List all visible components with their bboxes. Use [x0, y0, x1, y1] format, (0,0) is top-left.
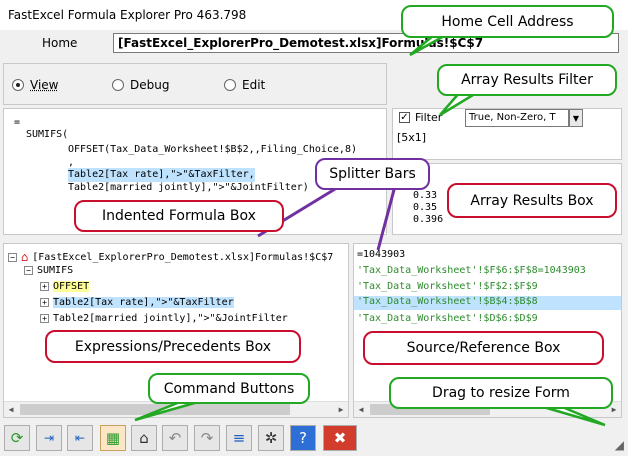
- home-icon: ⌂: [21, 250, 29, 264]
- callout-splitter: Splitter Bars: [315, 158, 430, 190]
- list-icon[interactable]: ≡: [226, 425, 252, 451]
- scroll-left-icon[interactable]: ◀: [354, 402, 368, 417]
- formula-line: OFFSET(Tax_Data_Worksheet!$B$2,,Filing_C…: [68, 144, 357, 155]
- collapse-icon[interactable]: −: [8, 252, 17, 262]
- callout-array-box: Array Results Box: [447, 183, 617, 218]
- undo-icon[interactable]: ↶: [162, 425, 188, 451]
- radio-view[interactable]: View: [12, 78, 58, 92]
- tree-item[interactable]: + OFFSET: [40, 281, 90, 292]
- step-in-icon[interactable]: ⇥: [36, 425, 62, 451]
- radio-edit[interactable]: Edit: [224, 78, 265, 92]
- array-value: 0.33: [413, 190, 438, 201]
- tree-item[interactable]: + Table2[married jointly],">"&JointFilte…: [40, 313, 288, 324]
- callout-source: Source/Reference Box: [363, 331, 604, 365]
- filter-label: Filter: [415, 111, 443, 124]
- scroll-left-icon[interactable]: ◀: [4, 402, 18, 417]
- redo-icon[interactable]: ↷: [194, 425, 220, 451]
- home-icon[interactable]: ⌂: [131, 425, 157, 451]
- refresh-icon[interactable]: ⟳: [4, 425, 30, 451]
- expand-icon[interactable]: +: [40, 314, 49, 323]
- tree-item-selected[interactable]: + Table2[Tax rate],">"&TaxFilter: [40, 297, 234, 308]
- grid-icon[interactable]: ▦: [100, 425, 126, 451]
- resize-grip-icon[interactable]: ◢: [615, 438, 624, 452]
- callout-indented-formula: Indented Formula Box: [74, 200, 284, 232]
- source-line: =1043903: [357, 249, 406, 260]
- callout-home-cell: Home Cell Address: [401, 5, 614, 38]
- tree-item-label: OFFSET: [53, 281, 90, 292]
- source-line-selected: 'Tax_Data_Worksheet'!$B$4:$B$8: [354, 296, 621, 310]
- collapse-icon[interactable]: −: [24, 266, 33, 275]
- window-title: FastExcel Formula Explorer Pro 463.798: [8, 8, 247, 22]
- callout-resize: Drag to resize Form: [389, 377, 613, 409]
- callout-command-buttons: Command Buttons: [148, 373, 310, 404]
- tree-root[interactable]: − ⌂ [FastExcel_ExplorerPro_Demotest.xlsx…: [8, 250, 333, 264]
- expand-icon[interactable]: +: [40, 282, 49, 291]
- close-icon[interactable]: ✖: [323, 425, 357, 451]
- source-line: 'Tax_Data_Worksheet'!$F$6:$F$8=1043903: [357, 265, 586, 276]
- home-label: Home: [42, 36, 78, 50]
- tree-item-label: Table2[married jointly],">"&JointFilter: [53, 313, 288, 324]
- filter-select[interactable]: True, Non-Zero, T: [465, 109, 569, 127]
- callout-array-filter: Array Results Filter: [437, 64, 617, 96]
- radio-dot: [224, 79, 236, 91]
- help-icon[interactable]: ?: [290, 425, 316, 451]
- radio-debug-label: Debug: [130, 78, 170, 92]
- formula-line: Table2[married jointly],">"&JointFilter): [68, 182, 309, 193]
- formula-line-selected: Table2[Tax rate],">"&TaxFilter,: [68, 168, 255, 182]
- formula-line: SUMIFS(: [26, 129, 69, 140]
- tree-root-label: [FastExcel_ExplorerPro_Demotest.xlsx]For…: [32, 251, 334, 263]
- scroll-right-icon[interactable]: ▶: [334, 402, 348, 417]
- radio-dot: [112, 79, 124, 91]
- source-line: 'Tax_Data_Worksheet'!$F$2:$F$9: [357, 281, 538, 292]
- tree-item-label: Table2[Tax rate],">"&TaxFilter: [53, 297, 234, 308]
- settings-icon[interactable]: ✲: [258, 425, 284, 451]
- radio-view-label: View: [30, 78, 59, 92]
- array-dimensions: [5x1]: [397, 131, 427, 144]
- step-out-icon[interactable]: ⇤: [67, 425, 93, 451]
- radio-debug[interactable]: Debug: [112, 78, 169, 92]
- array-value: 0.396: [413, 214, 444, 225]
- expand-icon[interactable]: +: [40, 298, 49, 307]
- source-line: 'Tax_Data_Worksheet'!$D$6:$D$9: [357, 313, 538, 324]
- radio-edit-label: Edit: [242, 78, 266, 92]
- tree-item[interactable]: − SUMIFS: [24, 265, 73, 276]
- scroll-thumb[interactable]: [20, 404, 290, 415]
- formula-line: =: [14, 117, 21, 128]
- mode-group: View Debug Edit: [3, 63, 387, 105]
- filter-area: ✓ Filter True, Non-Zero, T ▼ [5x1]: [392, 108, 622, 160]
- command-toolbar: ⟳ ⇥ ⇤ ▦ ⌂ ↶ ↷ ≡ ✲ ? ✖: [0, 420, 628, 456]
- radio-dot: [12, 79, 24, 91]
- array-value: 0.35: [413, 202, 438, 213]
- callout-expressions: Expressions/Precedents Box: [45, 330, 301, 363]
- filter-checkbox[interactable]: ✓: [399, 112, 410, 123]
- chevron-down-icon[interactable]: ▼: [569, 109, 583, 127]
- tree-item-label: SUMIFS: [37, 265, 74, 276]
